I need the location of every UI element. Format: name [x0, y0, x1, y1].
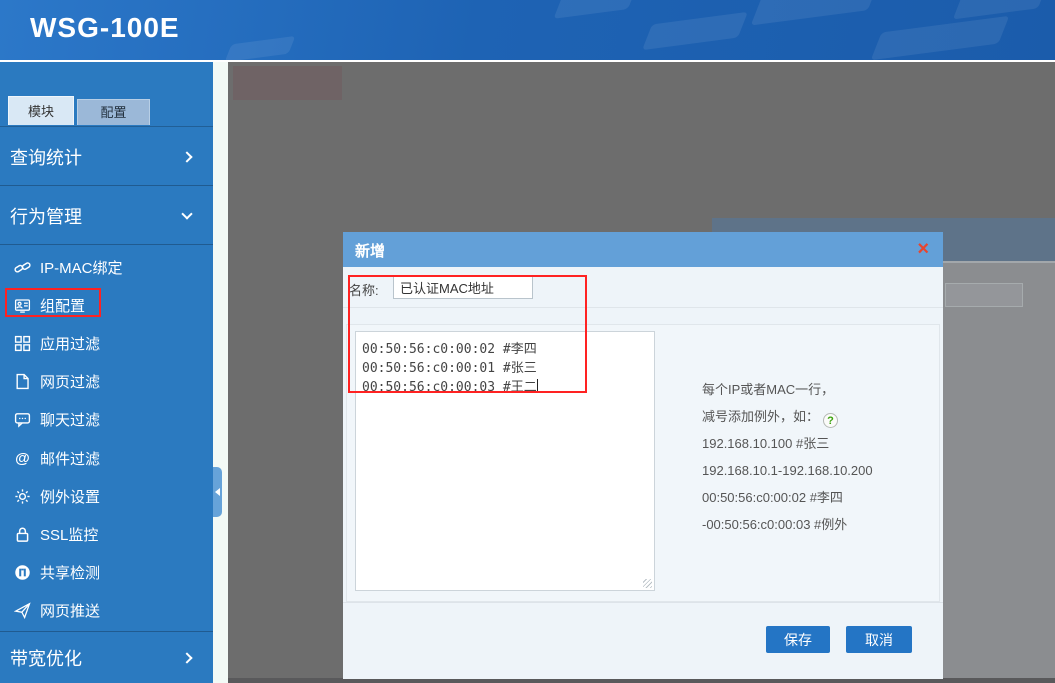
help-line: 192.168.10.1-192.168.10.200: [702, 461, 934, 488]
chevron-right-icon: [181, 151, 192, 162]
help-line: 192.168.10.100 #张三: [702, 434, 934, 461]
section-label: 带宽优化: [10, 645, 82, 671]
dialog-header[interactable]: 新增 ×: [343, 232, 943, 267]
chevron-down-icon: [181, 208, 192, 219]
sidebar-section-query-stats[interactable]: 查询统计: [0, 128, 213, 186]
divider: [0, 126, 213, 127]
sidebar: 模块 配置 查询统计 行为管理 IP-MAC绑定: [0, 62, 213, 683]
help-icon[interactable]: ?: [823, 413, 838, 428]
sidebar-item-share-detect[interactable]: 共享检测: [0, 554, 213, 592]
lock-icon: [14, 526, 31, 543]
sidebar-item-label: 组配置: [40, 295, 85, 316]
sidebar-item-label: SSL监控: [40, 524, 98, 545]
dialog-title: 新增: [355, 240, 385, 261]
sidebar-item-label: 聊天过滤: [40, 409, 100, 430]
section-label: 行为管理: [10, 203, 82, 229]
textarea-line: 00:50:56:c0:00:01 #张三: [362, 359, 648, 378]
keyboard-pattern: [642, 12, 748, 50]
name-row: 名称:: [343, 267, 943, 308]
keyboard-pattern: [871, 16, 1010, 60]
help-line: 00:50:56:c0:00:02 #李四: [702, 488, 934, 515]
keyboard-pattern: [225, 36, 296, 60]
dimmed-toolbar-block: [233, 66, 342, 100]
chat-icon: [14, 411, 31, 428]
group-members-textarea[interactable]: 00:50:56:c0:00:02 #李四 00:50:56:c0:00:01 …: [355, 331, 655, 591]
chevron-right-icon: [181, 652, 192, 663]
name-label: 名称:: [349, 280, 379, 299]
close-icon[interactable]: ×: [917, 236, 929, 262]
app-logo-title: WSG-100E: [30, 12, 180, 44]
group-name-input[interactable]: [393, 276, 533, 299]
sidebar-item-group-config[interactable]: 组配置: [0, 286, 213, 324]
sidebar-item-label: 应用过滤: [40, 333, 100, 354]
keyboard-pattern: [751, 0, 880, 26]
save-button[interactable]: 保存: [766, 626, 830, 653]
sidebar-item-chat-filter[interactable]: 聊天过滤: [0, 401, 213, 439]
help-text-block: 每个IP或者MAC一行， 减号添加例外，如：? 192.168.10.100 #…: [702, 380, 934, 542]
wsg-100e-app: WSG-100E 模块 配置 查询统计 行为管理 IP-MAC绑定: [0, 0, 1055, 683]
text-cursor: [537, 379, 538, 393]
grid-icon: [14, 335, 31, 352]
behavior-submenu: IP-MAC绑定 组配置: [0, 248, 213, 630]
keyboard-pattern: [553, 0, 636, 19]
sidebar-gutter: [213, 62, 228, 683]
id-card-icon: [14, 297, 31, 314]
sidebar-section-bandwidth[interactable]: 带宽优化: [0, 631, 213, 683]
sidebar-item-exception-settings[interactable]: 例外设置: [0, 477, 213, 515]
help-line: 每个IP或者MAC一行，: [702, 380, 934, 407]
add-group-dialog: 新增 × 名称: 00:50:56:c0:00:02 #李四 00:50:56:…: [343, 232, 943, 679]
share-icon: [14, 564, 31, 581]
link-icon: [14, 259, 31, 276]
help-line: -00:50:56:c0:00:03 #例外: [702, 515, 934, 542]
sidebar-item-label: 邮件过滤: [40, 448, 100, 469]
sidebar-item-label: IP-MAC绑定: [40, 257, 123, 278]
sidebar-item-mail-filter[interactable]: @ 邮件过滤: [0, 439, 213, 477]
sidebar-item-web-push[interactable]: 网页推送: [0, 592, 213, 630]
section-label: 查询统计: [10, 144, 82, 170]
page-icon: [14, 373, 31, 390]
sidebar-item-ssl-monitor[interactable]: SSL监控: [0, 515, 213, 553]
at-icon: @: [14, 450, 31, 467]
textarea-line: 00:50:56:c0:00:03 #王二: [362, 378, 648, 397]
app-header: WSG-100E: [0, 0, 1055, 60]
dimmed-input-box: [945, 283, 1023, 307]
sidebar-item-ip-mac-binding[interactable]: IP-MAC绑定: [0, 248, 213, 286]
resize-grip-icon[interactable]: [643, 579, 652, 588]
tab-config[interactable]: 配置: [77, 99, 150, 125]
sidebar-collapse-handle[interactable]: [213, 467, 222, 517]
sidebar-section-behavior-mgmt[interactable]: 行为管理: [0, 187, 213, 245]
dialog-footer: 保存 取消: [343, 602, 943, 679]
help-line: 减号添加例外，如：?: [702, 407, 934, 434]
sidebar-item-label: 共享检测: [40, 562, 100, 583]
textarea-line: 00:50:56:c0:00:02 #李四: [362, 340, 648, 359]
gear-icon: [14, 488, 31, 505]
chevron-left-icon: [215, 488, 220, 496]
dimmed-panel-body: [943, 263, 1055, 683]
sidebar-item-label: 例外设置: [40, 486, 100, 507]
cancel-button[interactable]: 取消: [846, 626, 912, 653]
sidebar-item-label: 网页过滤: [40, 371, 100, 392]
send-icon: [14, 602, 31, 619]
sidebar-item-app-filter[interactable]: 应用过滤: [0, 324, 213, 362]
sidebar-item-web-filter[interactable]: 网页过滤: [0, 363, 213, 401]
sidebar-item-label: 网页推送: [40, 600, 100, 621]
tab-module[interactable]: 模块: [8, 96, 74, 125]
